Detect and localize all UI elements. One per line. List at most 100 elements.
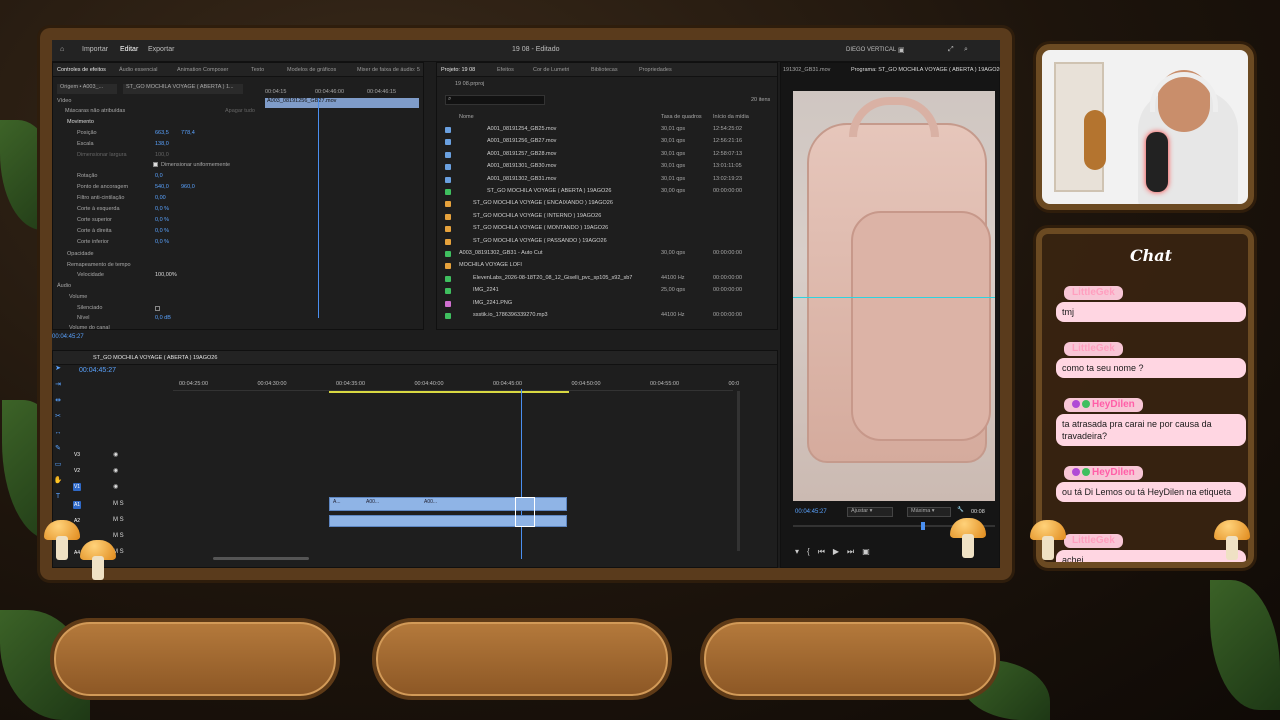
- mini-playhead[interactable]: [318, 98, 319, 318]
- clip-selection[interactable]: [515, 497, 535, 527]
- marker-icon[interactable]: ▾: [795, 547, 807, 556]
- horizontal-scrollbar[interactable]: [213, 557, 309, 560]
- timeline-playhead[interactable]: [521, 389, 522, 559]
- prop-value[interactable]: 778,4: [181, 130, 195, 136]
- chat-username[interactable]: HeyDilen: [1064, 466, 1143, 480]
- vertical-scrollbar[interactable]: [737, 391, 740, 551]
- track-label[interactable]: V1: [73, 483, 81, 491]
- tab-audio-mixer[interactable]: Mixer de faixa de áudio: 5: [357, 67, 420, 73]
- wrench-icon[interactable]: 🔧: [957, 507, 964, 517]
- step-forward-icon[interactable]: ⏭: [847, 547, 862, 556]
- project-row[interactable]: ST_GO MOCHILA VOYAGE ( PASSANDO ) 19AGO2…: [443, 238, 763, 248]
- mini-clip-bar[interactable]: A003_08191256_GB27.mov: [265, 98, 419, 108]
- eye-icon[interactable]: ◉: [113, 467, 118, 474]
- project-row[interactable]: ST_GO MOCHILA VOYAGE ( MONTANDO ) 19AGO2…: [443, 225, 763, 235]
- project-row[interactable]: A001_08191256_GB27.mov 30,01 qps 12:56:21:…: [443, 138, 763, 148]
- mic-icon[interactable]: M S: [113, 501, 124, 507]
- track-header[interactable]: V2 ◉: [73, 467, 173, 475]
- col-fps[interactable]: Taxa de quadros: [661, 114, 702, 124]
- tab-effect-controls[interactable]: Controles de efeitos: [57, 67, 106, 73]
- search-icon[interactable]: ⌕: [964, 46, 968, 54]
- project-row[interactable]: ST_GO MOCHILA VOYAGE ( ABERTA ) 19AGO26 3…: [443, 188, 763, 198]
- col-start[interactable]: Início da mídia: [713, 114, 749, 124]
- razor-icon[interactable]: ✂: [52, 409, 65, 425]
- in-point-icon[interactable]: {: [807, 547, 818, 556]
- prop-value[interactable]: 663,5: [155, 130, 169, 136]
- project-row[interactable]: A003_08191302_GB31 - Auto Cut 30,00 qps 00…: [443, 250, 763, 260]
- project-row[interactable]: IMG_2241 25,00 qps 00:00:00:00: [443, 287, 763, 297]
- prop-value[interactable]: 0,0 %: [155, 239, 169, 245]
- track-select-icon[interactable]: ⇥: [52, 377, 65, 393]
- video-frame[interactable]: [793, 91, 995, 501]
- motion-label[interactable]: Movimento: [67, 119, 94, 129]
- track-label[interactable]: V3: [73, 451, 81, 459]
- export-frame-icon[interactable]: ▣: [862, 547, 878, 556]
- tab-libraries[interactable]: Bibliotecas: [591, 67, 618, 73]
- type-icon[interactable]: T: [52, 489, 65, 505]
- project-row[interactable]: ST_GO MOCHILA VOYAGE ( INTERNO ) 19AGO26: [443, 213, 763, 223]
- home-icon[interactable]: ⌂: [60, 46, 64, 53]
- prop-value[interactable]: 138,0: [155, 141, 169, 147]
- time-ruler[interactable]: 00:04:25:00 00:04:30:00 00:04:35:00 00:04:4…: [173, 379, 739, 391]
- slip-icon[interactable]: ↔: [52, 425, 65, 441]
- workspace-label[interactable]: DIEGO VERTICAL: [846, 47, 896, 53]
- prop-value[interactable]: 0,0 %: [155, 228, 169, 234]
- time-remap-label[interactable]: Remapeamento de tempo: [67, 262, 131, 272]
- work-area-bar[interactable]: [329, 391, 569, 393]
- program-title[interactable]: Programa: ST_GO MOCHILA VOYAGE ( ABERTA …: [851, 67, 1000, 77]
- track-label[interactable]: A1: [73, 501, 81, 509]
- play-icon[interactable]: ▶: [833, 547, 847, 556]
- project-row[interactable]: A001_08191254_GB25.mov 30,01 qps 12:54:25:…: [443, 126, 763, 136]
- project-row[interactable]: A001_08191257_GB28.mov 30,01 qps 12:58:07:…: [443, 151, 763, 161]
- col-name[interactable]: Nome: [459, 114, 474, 124]
- chat-username[interactable]: HeyDilen: [1064, 398, 1143, 412]
- prop-value[interactable]: 540,0: [155, 184, 169, 190]
- opacity-label[interactable]: Opacidade: [67, 251, 94, 261]
- timeline-timecode[interactable]: 00:04:45:27: [79, 367, 116, 377]
- prop-value[interactable]: 0,0 dB: [155, 315, 171, 321]
- prop-value[interactable]: 100,00%: [155, 272, 177, 278]
- tab-graphic-templates[interactable]: Modelos de gráficos: [287, 67, 336, 73]
- source-selector[interactable]: Origem • A003_...: [57, 84, 117, 94]
- fit-dropdown[interactable]: Ajustar ▾: [847, 507, 893, 517]
- track-header[interactable]: A2 M S: [73, 517, 173, 525]
- tab-text[interactable]: Texto: [251, 67, 264, 73]
- search-input[interactable]: ⌕: [445, 95, 545, 105]
- quick-export-icon[interactable]: ▣: [898, 46, 905, 54]
- chat-username[interactable]: LittleGek: [1064, 342, 1123, 356]
- effects-timecode[interactable]: 00:04:45:27: [52, 334, 84, 344]
- eye-icon[interactable]: ◉: [113, 451, 118, 458]
- project-row[interactable]: ssstik.io_1786396339270.mp3 44100 Hz 00:00…: [443, 312, 763, 322]
- project-row[interactable]: ST_GO MOCHILA VOYAGE ( ENCAIXANDO ) 19AG…: [443, 200, 763, 210]
- prop-value[interactable]: 0,0 %: [155, 206, 169, 212]
- mic-icon[interactable]: M S: [113, 533, 124, 539]
- reset-all-button[interactable]: Apagar tudo: [225, 108, 255, 118]
- fullscreen-icon[interactable]: ⤢: [948, 46, 954, 54]
- step-back-icon[interactable]: ⏮: [818, 547, 833, 556]
- menu-export[interactable]: Exportar: [148, 46, 174, 53]
- quality-dropdown[interactable]: Máxima ▾: [907, 507, 951, 517]
- checkbox[interactable]: [153, 162, 158, 168]
- prop-value[interactable]: 960,0: [181, 184, 195, 190]
- tab-sequence[interactable]: ST_GO MOCHILA VOYAGE ( ABERTA ) 19AGO26: [93, 355, 217, 361]
- prop-value[interactable]: 0,0 %: [155, 217, 169, 223]
- tab-lumetri[interactable]: Cor de Lumetri: [533, 67, 569, 73]
- project-row[interactable]: ElevenLabs_2026-08-18T20_08_12_Giselli_p…: [443, 275, 763, 285]
- tab-properties[interactable]: Propriedades: [639, 67, 672, 73]
- track-header[interactable]: A1 M S: [73, 501, 173, 509]
- track-header[interactable]: V1 ◉: [73, 483, 173, 491]
- playhead-marker[interactable]: [921, 522, 925, 530]
- project-row[interactable]: A001_08191302_GB31.mov 30,01 qps 13:02:19:…: [443, 176, 763, 186]
- mic-icon[interactable]: M S: [113, 517, 124, 523]
- hand-icon[interactable]: ✋: [52, 473, 65, 489]
- tab-effects[interactable]: Efeitos: [497, 67, 514, 73]
- rect-icon[interactable]: ▭: [52, 457, 65, 473]
- track-header[interactable]: V3 ◉: [73, 451, 173, 459]
- menu-edit[interactable]: Editar: [120, 46, 138, 53]
- mute-checkbox[interactable]: [155, 306, 160, 311]
- volume-label[interactable]: Volume: [69, 294, 87, 304]
- prop-uniform-scale[interactable]: Dimensionar uniformemente: [153, 162, 230, 172]
- chat-username[interactable]: LittleGek: [1064, 534, 1123, 548]
- menu-import[interactable]: Importar: [82, 46, 108, 53]
- prop-value[interactable]: 0,00: [155, 195, 166, 201]
